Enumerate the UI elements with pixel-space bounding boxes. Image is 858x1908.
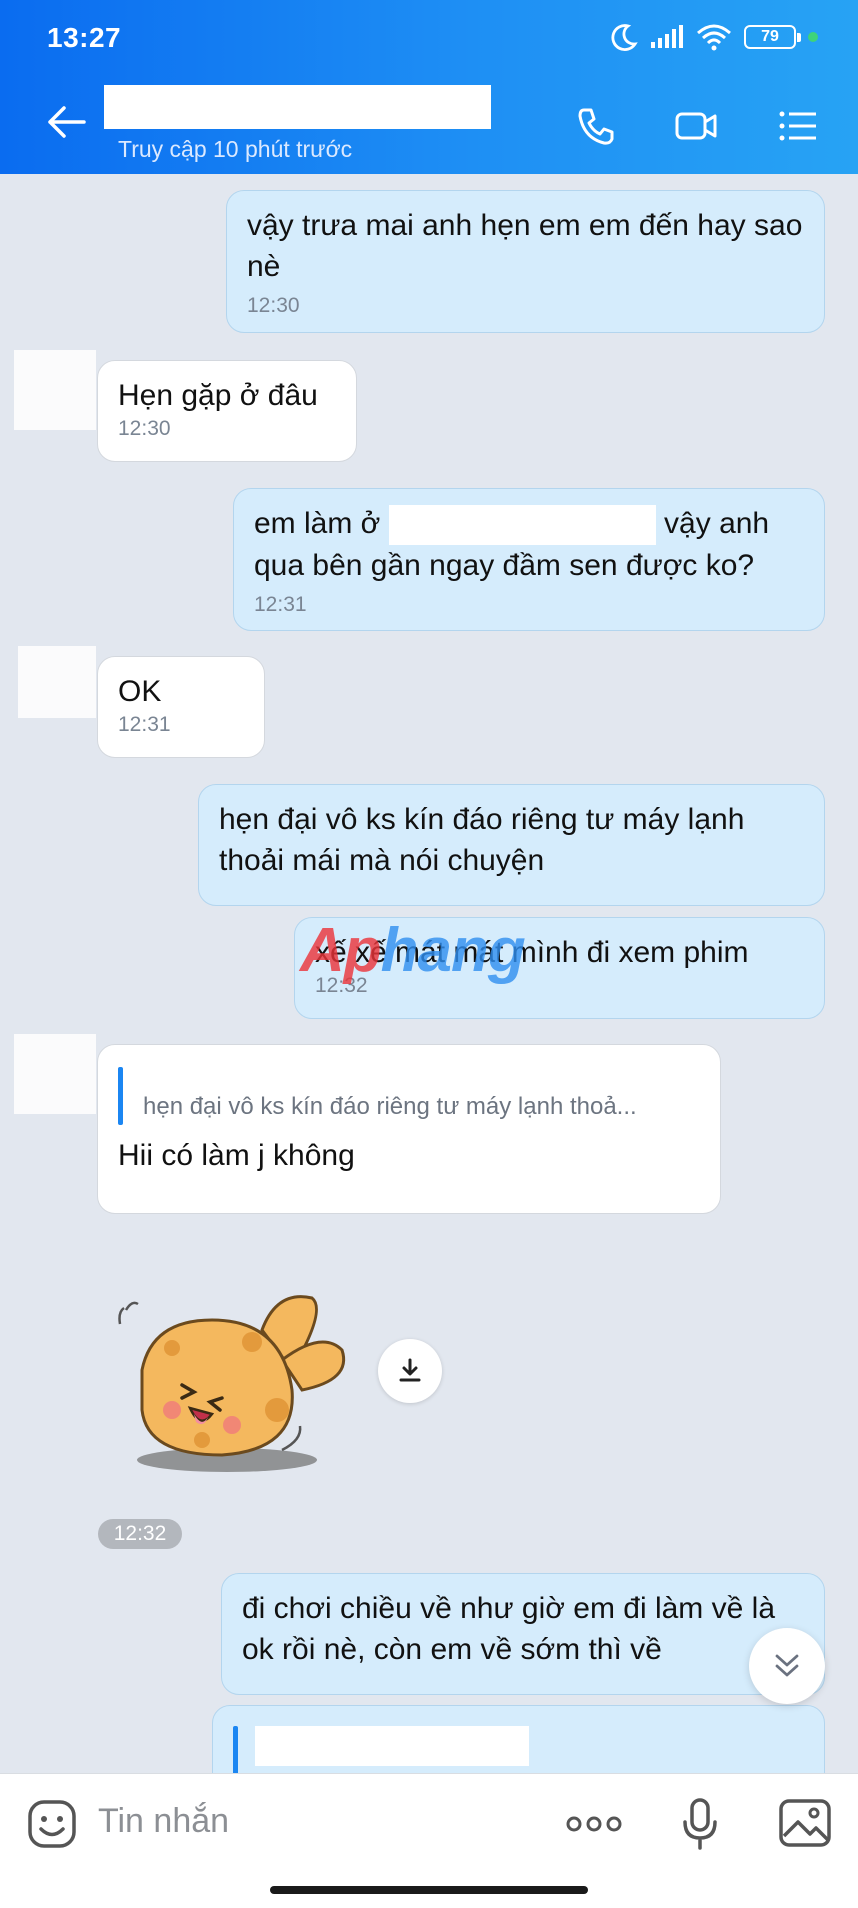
signal-icon — [651, 25, 683, 48]
wifi-icon — [697, 24, 731, 51]
video-camera-icon[interactable] — [674, 104, 718, 148]
bunny-sticker[interactable] — [112, 1290, 362, 1480]
message-text-line2: qua bên gần ngay đầm sen được ko? — [254, 549, 755, 583]
avatar-redacted[interactable] — [14, 1034, 96, 1114]
image-icon[interactable] — [778, 1798, 832, 1848]
message-time: 12:31 — [254, 593, 307, 617]
quoted-text: hẹn đại vô ks kín đáo riêng tư máy lạnh … — [143, 1093, 637, 1120]
message-text: OK — [118, 675, 162, 708]
message-time: 12:30 — [247, 294, 300, 317]
more-dots-icon[interactable] — [564, 1814, 624, 1834]
download-icon — [399, 1358, 421, 1382]
message-input-bar: Tin nhắn — [0, 1773, 858, 1908]
list-menu-icon[interactable] — [776, 104, 820, 148]
message-text: Hẹn gặp ở đâu — [118, 379, 318, 412]
message-received[interactable]: OK 12:31 — [97, 656, 265, 758]
status-time: 13:27 — [47, 22, 122, 53]
arrow-left-icon[interactable] — [44, 104, 88, 140]
message-input[interactable]: Tin nhắn — [98, 1802, 229, 1841]
message-text: vậy trưa mai anh hẹn em em đến hay sao n… — [247, 209, 803, 283]
quoted-text-redacted — [255, 1726, 529, 1766]
avatar-redacted[interactable] — [18, 646, 96, 718]
phone-icon[interactable] — [574, 104, 618, 148]
message-text-part1: em làm ở — [254, 507, 381, 540]
microphone-icon[interactable] — [680, 1796, 720, 1852]
message-sent[interactable]: hẹn đại vô ks kín đáo riêng tư máy lạnh … — [198, 784, 825, 906]
download-button[interactable] — [378, 1339, 442, 1403]
contact-name-redacted[interactable] — [104, 85, 491, 129]
message-sent[interactable]: em làm ở vậy anh qua bên gần ngay đầm se… — [233, 488, 825, 631]
message-sent[interactable]: đi chơi chiều về như giờ em đi làm về là… — [221, 1573, 825, 1695]
moon-icon — [611, 24, 638, 51]
home-indicator — [270, 1886, 588, 1894]
scroll-to-bottom-button[interactable] — [749, 1628, 825, 1704]
message-text-part2: vậy anh — [664, 507, 770, 540]
message-received[interactable]: Hẹn gặp ở đâu 12:30 — [97, 360, 357, 462]
emoji-icon[interactable] — [26, 1798, 78, 1850]
message-time: 12:30 — [118, 417, 171, 440]
battery-indicator: 79 — [744, 25, 801, 49]
message-text: Hii có làm j không — [118, 1139, 355, 1172]
location-redacted — [388, 505, 656, 546]
status-icons: 79 — [610, 22, 818, 52]
chat-header: 13:27 79 Truy cập 10 phút trước — [0, 0, 858, 174]
chevron-double-down-icon — [775, 1654, 799, 1677]
charging-dot — [808, 32, 818, 42]
avatar-redacted[interactable] — [14, 350, 96, 430]
watermark-logo: Aphang — [300, 916, 526, 985]
message-sent[interactable]: vậy trưa mai anh hẹn em em đến hay sao n… — [226, 190, 825, 333]
message-text: đi chơi chiều về như giờ em đi làm về là… — [242, 1592, 775, 1666]
quote-bar — [118, 1067, 123, 1125]
last-seen-status: Truy cập 10 phút trước — [118, 136, 353, 162]
battery-level: 79 — [761, 28, 779, 45]
message-received-reply[interactable]: hẹn đại vô ks kín đáo riêng tư máy lạnh … — [97, 1044, 721, 1214]
sticker-time: 12:32 — [98, 1519, 182, 1549]
message-time: 12:31 — [118, 713, 171, 736]
message-text: hẹn đại vô ks kín đáo riêng tư máy lạnh … — [219, 803, 745, 877]
quoted-message[interactable]: hẹn đại vô ks kín đáo riêng tư máy lạnh … — [118, 1067, 700, 1125]
